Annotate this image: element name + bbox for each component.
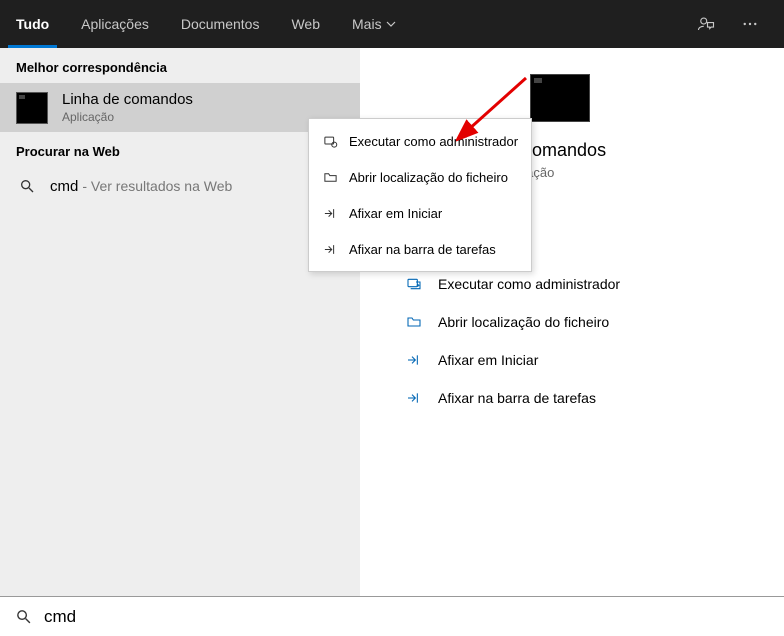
action-label: Executar como administrador	[438, 276, 620, 292]
ctx-label: Executar como administrador	[349, 134, 518, 149]
action-label: Afixar em Iniciar	[438, 352, 538, 368]
tab-strip: Tudo Aplicações Documentos Web Mais	[0, 0, 412, 48]
tab-label: Tudo	[16, 16, 49, 32]
topbar-actions	[688, 0, 784, 48]
tab-apps[interactable]: Aplicações	[65, 0, 165, 48]
tab-label: Documentos	[181, 16, 260, 32]
shield-admin-icon	[404, 274, 424, 294]
result-text: Linha de comandos Aplicação	[62, 91, 193, 124]
ctx-label: Afixar em Iniciar	[349, 206, 442, 221]
tab-all[interactable]: Tudo	[0, 0, 65, 48]
shield-admin-icon	[321, 132, 339, 150]
ctx-pin-start[interactable]: Afixar em Iniciar	[309, 195, 531, 231]
ctx-run-admin[interactable]: Executar como administrador	[309, 123, 531, 159]
best-match-header: Melhor correspondência	[0, 48, 360, 83]
action-label: Abrir localização do ficheiro	[438, 314, 609, 330]
pin-taskbar-icon	[404, 388, 424, 408]
search-icon	[18, 177, 36, 195]
web-suffix-text: - Ver resultados na Web	[82, 178, 232, 194]
tab-label: Web	[291, 16, 320, 32]
results-panel: Melhor correspondência Linha de comandos…	[0, 48, 360, 596]
ctx-open-location[interactable]: Abrir localização do ficheiro	[309, 159, 531, 195]
search-query-text: cmd	[44, 607, 76, 627]
search-bar[interactable]: cmd	[0, 596, 784, 636]
tab-label: Mais	[352, 16, 382, 32]
action-pin-start[interactable]: Afixar em Iniciar	[396, 342, 764, 378]
cmd-app-icon	[16, 92, 48, 124]
action-open-location[interactable]: Abrir localização do ficheiro	[396, 304, 764, 340]
ctx-label: Afixar na barra de tarefas	[349, 242, 496, 257]
preview-subtitle: Aplicação	[498, 165, 764, 180]
search-icon	[14, 608, 32, 626]
action-label: Afixar na barra de tarefas	[438, 390, 596, 406]
context-menu: Executar como administrador Abrir locali…	[308, 118, 532, 272]
top-nav: Tudo Aplicações Documentos Web Mais	[0, 0, 784, 48]
tab-documents[interactable]: Documentos	[165, 0, 276, 48]
folder-location-icon	[321, 168, 339, 186]
pin-start-icon	[321, 204, 339, 222]
tab-label: Aplicações	[81, 16, 149, 32]
folder-location-icon	[404, 312, 424, 332]
ctx-pin-taskbar[interactable]: Afixar na barra de tarefas	[309, 231, 531, 267]
web-search-header: Procurar na Web	[0, 132, 360, 167]
ctx-label: Abrir localização do ficheiro	[349, 170, 508, 185]
chevron-down-icon	[386, 19, 396, 29]
pin-taskbar-icon	[321, 240, 339, 258]
more-options-icon[interactable]	[732, 6, 768, 42]
result-title: Linha de comandos	[62, 91, 193, 108]
tab-web[interactable]: Web	[275, 0, 336, 48]
pin-start-icon	[404, 350, 424, 370]
feedback-icon[interactable]	[688, 6, 724, 42]
web-query-text: cmd	[50, 178, 78, 195]
action-pin-taskbar[interactable]: Afixar na barra de tarefas	[396, 380, 764, 416]
web-search-result[interactable]: cmd - Ver resultados na Web	[0, 167, 360, 205]
result-subtitle: Aplicação	[62, 110, 193, 124]
preview-app-icon	[530, 74, 590, 122]
tab-more[interactable]: Mais	[336, 0, 412, 48]
best-match-result[interactable]: Linha de comandos Aplicação	[0, 83, 360, 132]
preview-title: de comandos	[498, 140, 764, 161]
